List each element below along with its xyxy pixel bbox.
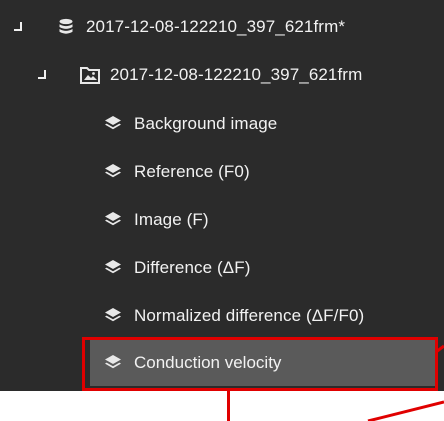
layer-label: Normalized difference (ΔF/F0) xyxy=(134,306,365,325)
layer-item-conduction-velocity[interactable]: Conduction velocity xyxy=(90,340,438,386)
layer-label: Background image xyxy=(134,114,278,133)
layers-icon xyxy=(104,259,122,277)
layer-label: Difference (ΔF) xyxy=(134,258,251,277)
tree-node-root[interactable]: 2017-12-08-122210_397_621frm* xyxy=(0,11,444,43)
annotation-callout-line xyxy=(227,391,230,421)
layer-tree-panel: 2017-12-08-122210_397_621frm* 2017-12-08… xyxy=(0,0,444,421)
layer-label: Conduction velocity xyxy=(134,353,282,372)
layers-icon xyxy=(104,163,122,181)
database-icon xyxy=(58,18,76,36)
tree-node-file[interactable]: 2017-12-08-122210_397_621frm xyxy=(0,59,444,91)
file-node-label: 2017-12-08-122210_397_621frm xyxy=(110,65,363,84)
layer-item-reference[interactable]: Reference (F0) xyxy=(0,156,444,188)
layers-icon xyxy=(104,354,122,372)
layer-label: Image (F) xyxy=(134,210,209,229)
root-node-label: 2017-12-08-122210_397_621frm* xyxy=(86,17,346,36)
collapse-icon[interactable] xyxy=(13,22,23,32)
layers-icon xyxy=(104,211,122,229)
layer-item-difference[interactable]: Difference (ΔF) xyxy=(0,252,444,284)
image-folder-icon xyxy=(80,66,100,84)
layer-item-image[interactable]: Image (F) xyxy=(0,204,444,236)
layer-item-normalized-difference[interactable]: Normalized difference (ΔF/F0) xyxy=(0,300,444,332)
layers-icon xyxy=(104,307,122,325)
layer-item-background-image[interactable]: Background image xyxy=(0,108,444,140)
layers-icon xyxy=(104,115,122,133)
collapse-icon[interactable] xyxy=(37,70,47,80)
layer-label: Reference (F0) xyxy=(134,162,250,181)
bottom-white-strip xyxy=(0,391,444,421)
